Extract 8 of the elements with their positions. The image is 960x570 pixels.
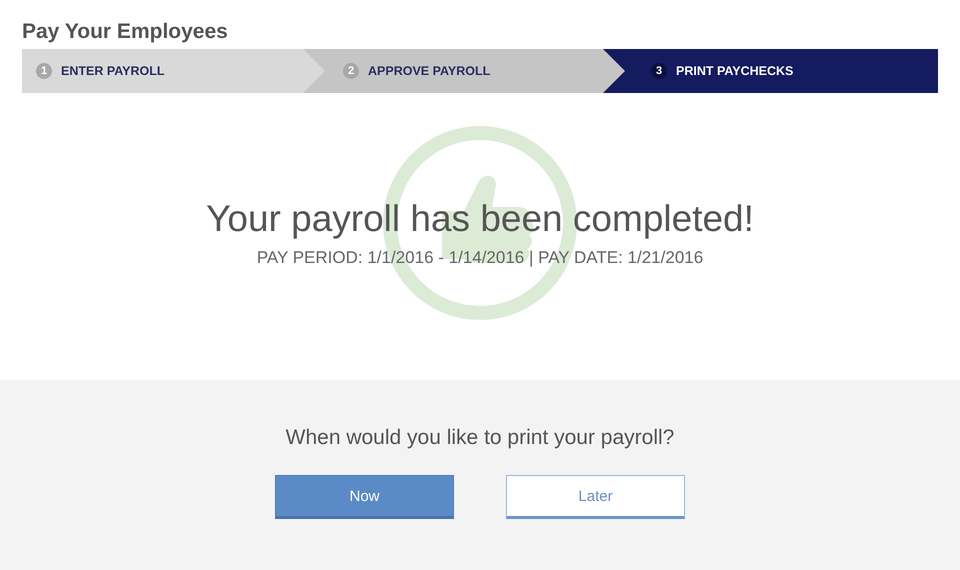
step-tab[interactable]: 1 ENTER PAYROLL bbox=[22, 49, 325, 93]
page-title: Pay Your Employees bbox=[22, 19, 229, 45]
confirmation-heading: Your payroll has been completed! bbox=[206, 198, 754, 240]
step-tab[interactable]: 3 PRINT PAYCHECKS bbox=[603, 49, 938, 93]
now-button[interactable]: Now bbox=[275, 475, 454, 519]
pay-period-details: PAY PERIOD: 1/1/2016 - 1/14/2016 | PAY DATE: 1/21/2016 bbox=[256, 248, 704, 268]
step-tab[interactable]: 2 APPROVE PAYROLL bbox=[303, 49, 625, 93]
print-question: When would you like to print your payroll? bbox=[286, 426, 674, 450]
